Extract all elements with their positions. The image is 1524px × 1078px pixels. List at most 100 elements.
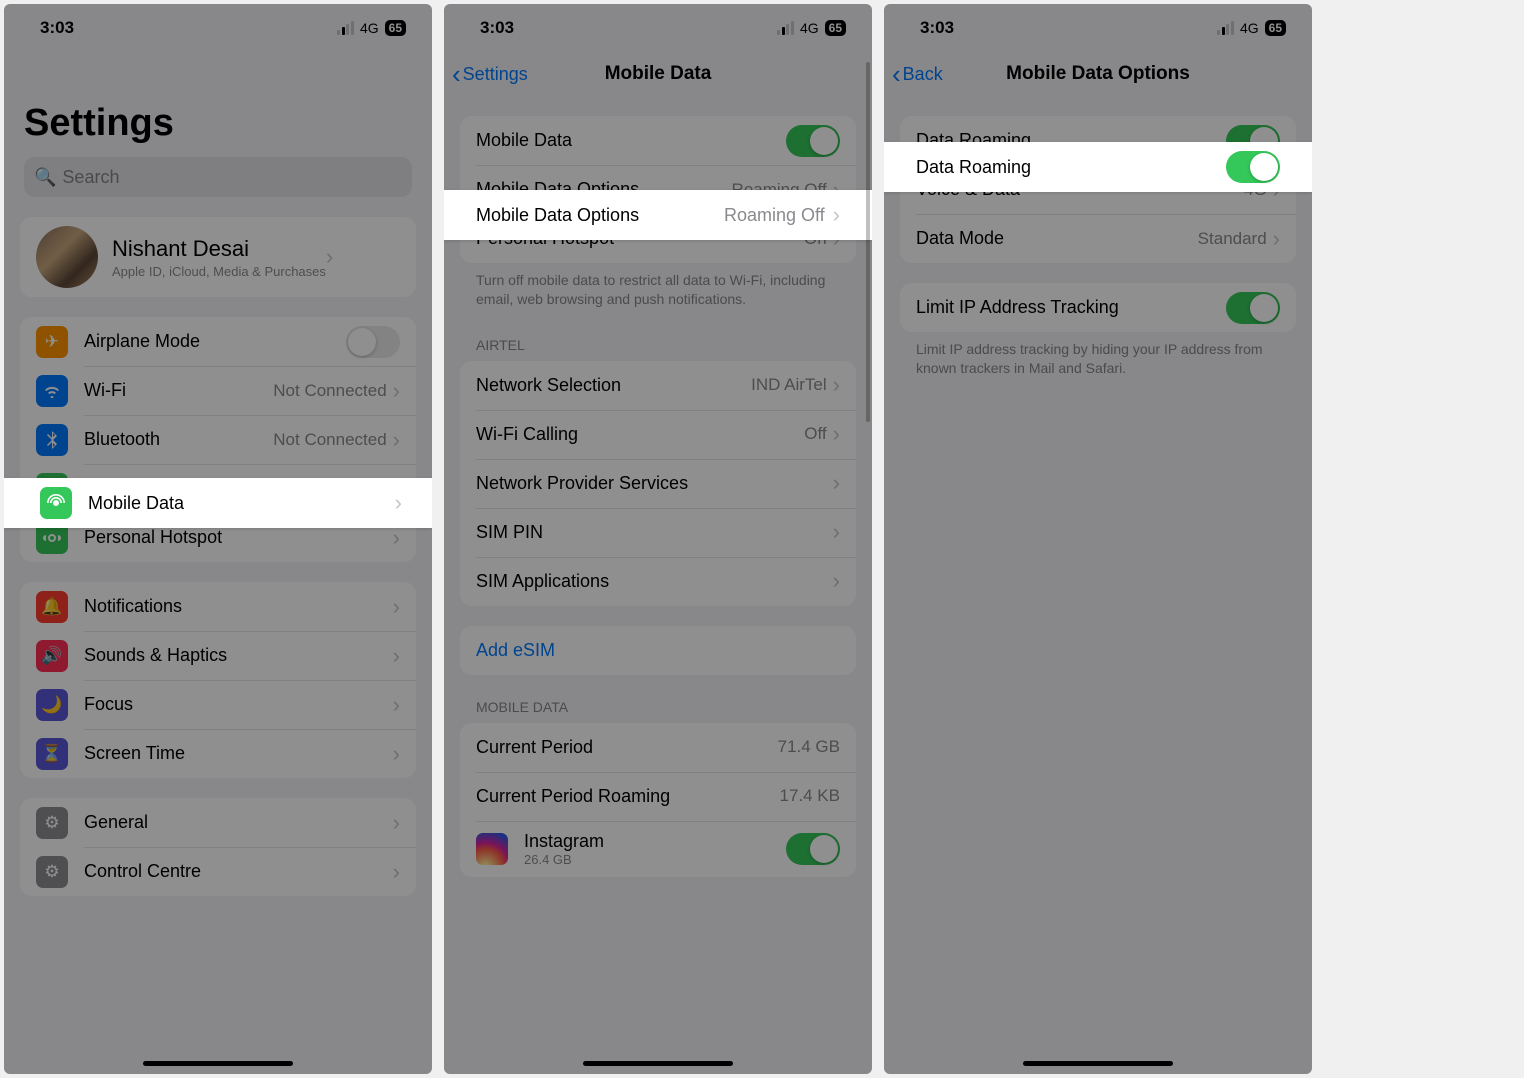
simpin-label: SIM PIN [476, 522, 833, 543]
chevron-right-icon: › [833, 519, 840, 545]
back-label: Back [903, 64, 943, 85]
signal-icon [337, 21, 354, 35]
status-bar: 3:03 4G 65 [4, 4, 432, 52]
focus-label: Focus [84, 694, 393, 715]
data-roaming-row[interactable]: Data Roaming [884, 142, 1312, 192]
airplane-mode-row[interactable]: ✈︎ Airplane Mode [20, 317, 416, 366]
chevron-right-icon: › [393, 859, 400, 885]
limitip-toggle[interactable] [1226, 292, 1280, 324]
sim-pin-row[interactable]: SIM PIN › [460, 508, 856, 557]
control-centre-row[interactable]: ⚙︎ Control Centre › [20, 847, 416, 896]
wifi-row[interactable]: Wi-Fi Not Connected › [20, 366, 416, 415]
bluetooth-icon [36, 424, 68, 456]
chevron-right-icon: › [393, 427, 400, 453]
mobile-data-toggle[interactable] [786, 125, 840, 157]
search-input[interactable]: 🔍 Search [24, 157, 412, 197]
bluetooth-value: Not Connected [273, 430, 386, 450]
chevron-right-icon: › [393, 525, 400, 551]
chevron-right-icon: › [833, 202, 840, 228]
mobile-data-options-row[interactable]: Mobile Data Options Roaming Off › [444, 190, 872, 240]
roaming-usage-value: 17.4 KB [780, 786, 841, 806]
general-label: General [84, 812, 393, 833]
focus-row[interactable]: 🌙 Focus › [20, 680, 416, 729]
mobile-data-screen: 3:03 4G 65 ‹ Settings Mobile Data Mobile… [444, 4, 872, 1074]
status-bar: 3:03 4G 65 [884, 4, 1312, 52]
limitip-footer: Limit IP address tracking by hiding your… [884, 332, 1312, 382]
airplane-icon: ✈︎ [36, 326, 68, 358]
network-selection-row[interactable]: Network Selection IND AirTel › [460, 361, 856, 410]
mobile-data-footer: Turn off mobile data to restrict all dat… [444, 263, 872, 313]
chevron-right-icon: › [393, 692, 400, 718]
data-mode-row[interactable]: Data Mode Standard › [900, 214, 1296, 263]
back-label: Settings [463, 64, 528, 85]
bell-icon: 🔔 [36, 591, 68, 623]
chevron-right-icon: › [833, 470, 840, 496]
home-indicator[interactable] [1023, 1061, 1173, 1066]
airtel-header: AIRTEL [444, 313, 872, 361]
instagram-toggle[interactable] [786, 833, 840, 865]
hotspot-label: Personal Hotspot [84, 527, 393, 548]
roaming-label: Data Roaming [916, 157, 1226, 178]
instagram-row[interactable]: Instagram 26.4 GB [460, 821, 856, 877]
apple-id-row[interactable]: Nishant Desai Apple ID, iCloud, Media & … [20, 217, 416, 297]
airplane-toggle[interactable] [346, 326, 400, 358]
status-network: 4G [800, 20, 819, 36]
bluetooth-label: Bluetooth [84, 429, 273, 450]
sounds-row[interactable]: 🔊 Sounds & Haptics › [20, 631, 416, 680]
data-roaming-toggle[interactable] [1226, 151, 1280, 183]
current-period-row: Current Period 71.4 GB [460, 723, 856, 772]
page-title: Settings [4, 52, 432, 153]
chevron-right-icon: › [393, 594, 400, 620]
chevron-right-icon: › [393, 741, 400, 767]
chevron-left-icon: ‹ [892, 61, 901, 87]
chevron-right-icon: › [326, 244, 333, 270]
chevron-right-icon: › [833, 568, 840, 594]
signal-icon [1217, 21, 1234, 35]
search-placeholder: Search [62, 167, 119, 188]
provider-services-row[interactable]: Network Provider Services › [460, 459, 856, 508]
simapps-label: SIM Applications [476, 571, 833, 592]
settings-root-screen: 3:03 4G 65 Settings 🔍 Search Nishant Des… [4, 4, 432, 1074]
home-indicator[interactable] [143, 1061, 293, 1066]
general-row[interactable]: ⚙︎ General › [20, 798, 416, 847]
wifi-icon [36, 375, 68, 407]
screentime-row[interactable]: ⏳ Screen Time › [20, 729, 416, 778]
sim-apps-row[interactable]: SIM Applications › [460, 557, 856, 606]
profile-desc: Apple ID, iCloud, Media & Purchases [112, 264, 326, 279]
limit-ip-row[interactable]: Limit IP Address Tracking [900, 283, 1296, 332]
wificall-value: Off [804, 424, 826, 444]
status-network: 4G [1240, 20, 1259, 36]
search-icon: 🔍 [34, 167, 56, 188]
limitip-label: Limit IP Address Tracking [916, 297, 1226, 318]
back-button[interactable]: ‹ Settings [452, 61, 528, 87]
mode-value: Standard [1198, 229, 1267, 249]
back-button[interactable]: ‹ Back [892, 61, 943, 87]
status-time: 3:03 [40, 18, 74, 38]
chevron-right-icon: › [393, 378, 400, 404]
signal-icon [777, 21, 794, 35]
battery-icon: 65 [385, 20, 406, 36]
mobile-data-label: Mobile Data [88, 493, 395, 514]
battery-icon: 65 [1265, 20, 1286, 36]
current-roaming-row: Current Period Roaming 17.4 KB [460, 772, 856, 821]
speaker-icon: 🔊 [36, 640, 68, 672]
mobile-data-row[interactable]: Mobile Data › [4, 478, 432, 528]
instagram-icon [476, 833, 508, 865]
mobile-data-toggle-row[interactable]: Mobile Data [460, 116, 856, 165]
chevron-right-icon: › [833, 372, 840, 398]
add-esim-row[interactable]: Add eSIM [460, 626, 856, 675]
bluetooth-row[interactable]: Bluetooth Not Connected › [20, 415, 416, 464]
notifications-row[interactable]: 🔔 Notifications › [20, 582, 416, 631]
chevron-left-icon: ‹ [452, 61, 461, 87]
status-time: 3:03 [480, 18, 514, 38]
chevron-right-icon: › [1273, 226, 1280, 252]
antenna-icon [40, 487, 72, 519]
current-value: 71.4 GB [778, 737, 840, 757]
wifi-calling-row[interactable]: Wi-Fi Calling Off › [460, 410, 856, 459]
provider-label: Network Provider Services [476, 473, 833, 494]
chevron-right-icon: › [395, 490, 402, 516]
home-indicator[interactable] [583, 1061, 733, 1066]
page-title: Mobile Data [605, 63, 712, 85]
nav-bar: ‹ Back Mobile Data Options [884, 52, 1312, 96]
network-value: IND AirTel [751, 375, 827, 395]
